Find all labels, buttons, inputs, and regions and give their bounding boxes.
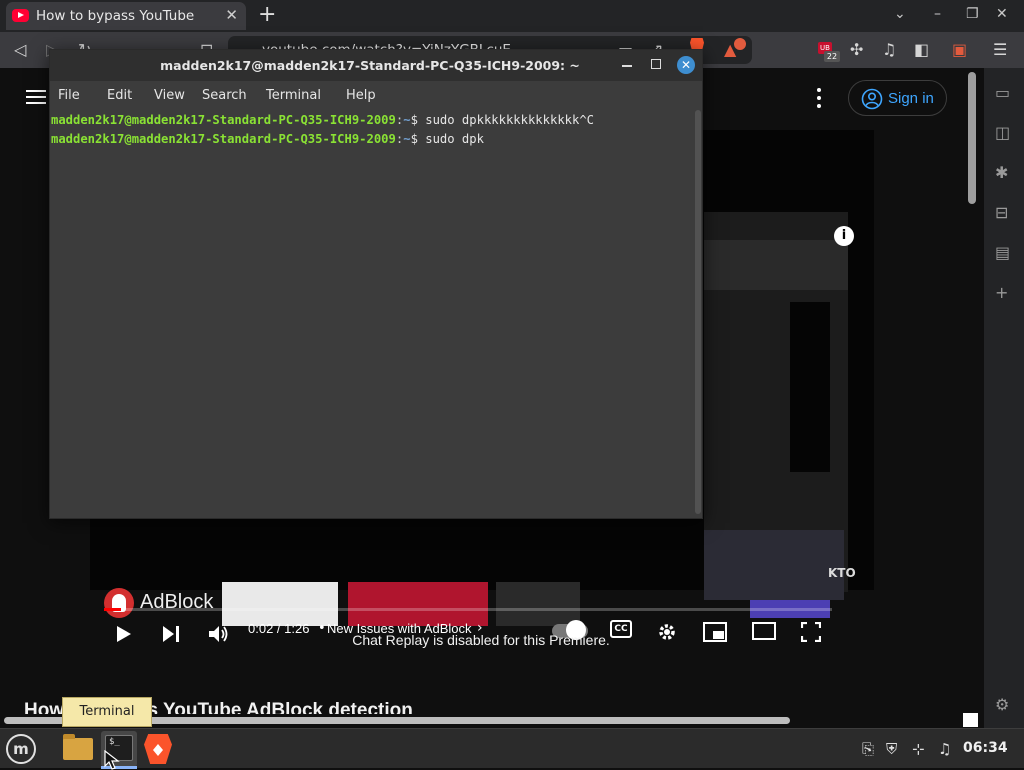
browser-tab[interactable]: How to bypass YouTube ✕ (6, 2, 246, 30)
sound-icon[interactable]: ♫ (938, 740, 951, 758)
video-frame-card (704, 530, 844, 600)
chat-replay-message: Chat Replay is disabled for this Premier… (352, 632, 610, 648)
sign-in-button[interactable]: Sign in (848, 80, 947, 116)
browser-tab-bar: How to bypass YouTube ✕ + ⌄ – ❐ ✕ (0, 0, 1024, 32)
brave-browser-icon[interactable] (144, 734, 172, 764)
ublock-count-badge: 22 (824, 51, 840, 62)
tab-list-chevron-icon[interactable]: ⌄ (894, 6, 906, 22)
terminal-menubar: File Edit View Search Terminal Help (50, 81, 702, 109)
sidebar-settings-icon[interactable]: ⚙ (995, 696, 1009, 714)
bookmarks-icon[interactable]: ⊟ (995, 204, 1008, 222)
taskbar: m $_ ⎘ ⛨ ⊹ ♫ 06:34 (0, 728, 1024, 769)
video-progress-bar[interactable] (104, 608, 832, 611)
video-adblock-strip: AdBlock (90, 582, 590, 626)
menu-file[interactable]: File (58, 88, 80, 103)
files-icon[interactable] (63, 734, 93, 760)
terminal-line: madden2k17@madden2k17-Standard-PC-Q35-IC… (51, 130, 696, 149)
prompt-user-host: madden2k17@madden2k17-Standard-PC-Q35-IC… (51, 113, 396, 127)
terminal-scrollbar[interactable] (695, 110, 701, 514)
minimize-icon[interactable] (622, 65, 632, 67)
video-frame-dark-panel (790, 302, 830, 472)
prompt-symbol: $ (410, 113, 418, 127)
prompt-symbol: $ (410, 132, 418, 146)
extensions-icon[interactable]: ✣ (850, 41, 863, 59)
maximize-icon[interactable] (651, 59, 661, 69)
video-thumbnail (496, 582, 580, 626)
menu-terminal[interactable]: Terminal (266, 88, 321, 103)
terminal-line: madden2k17@madden2k17-Standard-PC-Q35-IC… (51, 111, 696, 130)
minimize-window-icon[interactable]: – (934, 6, 941, 22)
browser-menu-icon[interactable]: ☰ (993, 41, 1007, 59)
info-icon[interactable]: i (834, 226, 854, 246)
prompt-user-host: madden2k17@madden2k17-Standard-PC-Q35-IC… (51, 132, 396, 146)
brave-sidebar: ▭ ◫ ✱ ⊟ ▤ + ⚙ (984, 68, 1024, 728)
mint-menu-icon[interactable]: m (6, 734, 36, 764)
menu-help[interactable]: Help (346, 88, 376, 103)
video-thumbnail (348, 582, 488, 626)
video-call-icon[interactable]: ▭ (995, 84, 1010, 102)
new-tab-icon[interactable]: + (258, 3, 276, 27)
close-window-icon[interactable]: ✕ (996, 6, 1008, 22)
menu-edit[interactable]: Edit (107, 88, 132, 103)
notification-badge (734, 38, 746, 50)
add-panel-icon[interactable]: + (995, 284, 1008, 302)
clipboard-icon[interactable]: ⎘ (862, 740, 874, 758)
command-text: sudo dpk (417, 132, 484, 146)
command-text: sudo dpkkkkkkkkkkkkkk^C (417, 113, 595, 127)
terminal-window[interactable]: madden2k17@madden2k17-Standard-PC-Q35-IC… (49, 49, 703, 519)
scrollbar-thumb[interactable] (968, 72, 976, 204)
music-icon[interactable]: ♫ (882, 41, 896, 59)
prompt-path: ~ (403, 113, 411, 127)
restore-window-icon[interactable]: ❐ (966, 6, 979, 22)
youtube-icon (12, 9, 29, 22)
terminal-output[interactable]: madden2k17@madden2k17-Standard-PC-Q35-IC… (50, 109, 696, 518)
reading-list-icon[interactable]: ▤ (995, 244, 1010, 262)
tab-close-icon[interactable]: ✕ (225, 7, 238, 23)
video-thumbnail (222, 582, 338, 626)
mouse-cursor-icon (104, 750, 120, 770)
close-icon[interactable]: ✕ (677, 56, 695, 74)
prompt-path: ~ (403, 132, 411, 146)
adblock-logo-icon (104, 588, 134, 618)
settings-kebab-icon[interactable] (816, 88, 822, 108)
leo-ai-icon[interactable]: ✱ (995, 164, 1008, 182)
back-icon[interactable]: ◁ (14, 41, 26, 59)
tab-title: How to bypass YouTube (36, 8, 195, 24)
terminal-titlebar[interactable]: madden2k17@madden2k17-Standard-PC-Q35-IC… (50, 50, 702, 81)
terminal-tooltip: Terminal (62, 697, 152, 727)
shield-icon[interactable]: ⛨ (886, 740, 897, 758)
scrollbar-corner (963, 713, 978, 727)
account-icon (861, 88, 883, 110)
video-watermark: KTO (828, 566, 856, 580)
video-frame-toolbar (704, 240, 848, 290)
page-vertical-scrollbar[interactable] (964, 68, 984, 728)
video-progress-fill (104, 608, 121, 611)
network-icon[interactable]: ⊹ (912, 740, 925, 758)
clock[interactable]: 06:34 (963, 740, 1008, 756)
sidebar-toggle-icon[interactable]: ◧ (914, 41, 929, 59)
sign-in-label: Sign in (888, 90, 934, 107)
wallet-icon[interactable]: ▣ (952, 41, 967, 59)
wallet-icon[interactable]: ◫ (995, 124, 1010, 142)
terminal-title: madden2k17@madden2k17-Standard-PC-Q35-IC… (160, 58, 580, 73)
menu-search[interactable]: Search (202, 88, 247, 103)
guide-menu-icon[interactable] (26, 90, 46, 104)
menu-view[interactable]: View (154, 88, 185, 103)
